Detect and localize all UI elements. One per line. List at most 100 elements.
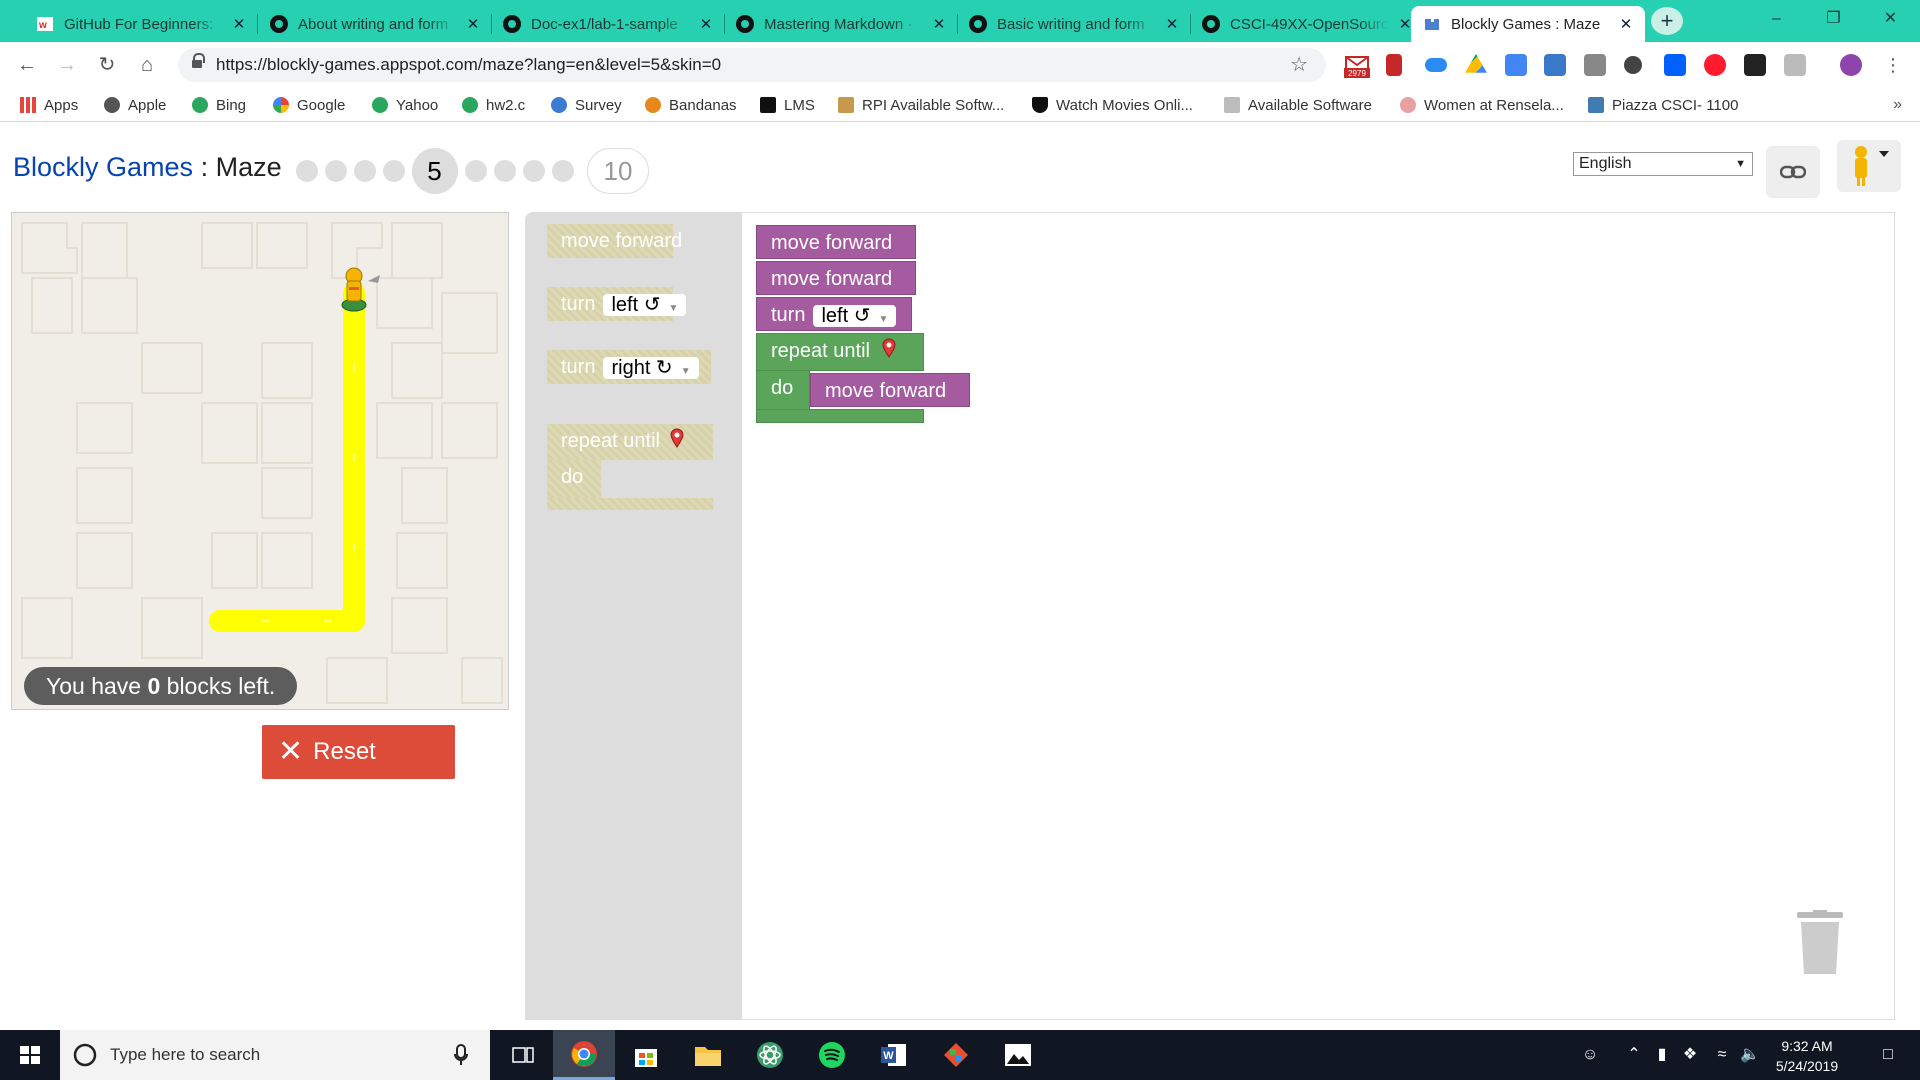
word-taskbar-icon[interactable]: W — [863, 1030, 925, 1080]
dropbox-tray-icon[interactable]: ❖ — [1678, 1030, 1702, 1080]
bookmark-lms[interactable]: LMS — [760, 88, 815, 122]
level-dot-3[interactable] — [353, 160, 376, 182]
bookmark-women-rensselaer[interactable]: Women at Rensela... — [1400, 88, 1564, 122]
url-text[interactable]: https://blockly-games.appspot.com/maze?l… — [216, 48, 721, 82]
bookmarks-overflow-icon[interactable]: » — [1893, 88, 1902, 122]
bookmark-bandanas[interactable]: Bandanas — [645, 88, 737, 122]
translate-icon[interactable] — [1505, 54, 1527, 76]
level-dot-2[interactable] — [324, 160, 347, 182]
bookmark-bing[interactable]: Bing — [192, 88, 246, 122]
level-dot-7[interactable] — [493, 160, 516, 182]
bookmark-apple[interactable]: Apple — [104, 88, 166, 122]
gmail-extension-icon[interactable]: 2979 — [1343, 54, 1371, 78]
block-workspace[interactable]: move forward move forward turn left ↺ ▼ re… — [742, 212, 1895, 1020]
system-clock[interactable]: 9:32 AM 5/24/2019 — [1762, 1036, 1852, 1076]
blockly-games-link[interactable]: Blockly Games — [13, 152, 193, 182]
bookmark-rpi-software[interactable]: RPI Available Softw... — [838, 88, 1004, 122]
direction-dropdown[interactable]: left ↺ ▼ — [813, 304, 897, 327]
camera-icon[interactable] — [1544, 54, 1566, 76]
bookmark-star-icon[interactable]: ☆ — [1290, 48, 1308, 82]
restore-button[interactable]: ❐ — [1805, 0, 1862, 38]
onedrive-icon[interactable] — [1425, 58, 1447, 72]
menu-dots-icon[interactable]: ⋮ — [1878, 48, 1908, 82]
bookmark-watch-movies[interactable]: Watch Movies Onli... — [1032, 88, 1193, 122]
atom-taskbar-icon[interactable] — [739, 1030, 801, 1080]
bookmark-yahoo[interactable]: Yahoo — [372, 88, 438, 122]
language-select[interactable]: English ▼ — [1573, 152, 1753, 176]
close-tab-icon[interactable]: ✕ — [464, 15, 482, 33]
level-dot-6[interactable] — [464, 160, 487, 182]
link-button[interactable] — [1766, 146, 1820, 198]
tab-mastering-markdown[interactable]: Mastering Markdown · ✕ — [724, 6, 958, 42]
google-drive-icon[interactable] — [1465, 54, 1487, 73]
reload-icon[interactable]: ↻ — [92, 48, 122, 82]
close-tab-icon[interactable]: ✕ — [697, 15, 715, 33]
pegman-skin-button[interactable] — [1837, 140, 1901, 192]
new-tab-button[interactable]: + — [1651, 7, 1683, 35]
level-dot-8[interactable] — [522, 160, 545, 182]
direction-dropdown[interactable]: left ↺ ▼ — [603, 293, 687, 316]
taskbar-search-box[interactable]: Type here to search — [60, 1030, 490, 1080]
toolbox-repeat-until-block[interactable]: repeat until do — [547, 424, 713, 510]
opera-icon[interactable] — [1704, 54, 1726, 76]
level-last[interactable]: 10 — [587, 148, 649, 194]
photos-taskbar-icon[interactable] — [987, 1030, 1049, 1080]
bookmark-hw2c[interactable]: hw2.c — [462, 88, 525, 122]
program-turn-left[interactable]: turn left ↺ ▼ — [756, 297, 912, 331]
tab-github-for-beginners[interactable]: w GitHub For Beginners: ✕ — [24, 6, 258, 42]
close-tab-icon[interactable]: ✕ — [1617, 15, 1635, 33]
program-inner-move-forward[interactable]: move forward — [810, 373, 970, 407]
toolbox-move-forward-block[interactable]: move forward — [547, 224, 682, 258]
forward-arrow-icon[interactable]: → — [52, 48, 82, 82]
wifi-icon[interactable]: ≈ — [1710, 1030, 1734, 1080]
direction-dropdown[interactable]: right ↻ ▼ — [603, 356, 699, 379]
toolbox-turn-right-block[interactable]: turn right ↻ ▼ — [547, 350, 711, 384]
profile-avatar[interactable] — [1840, 54, 1862, 76]
toolbox-turn-left-block[interactable]: turn left ↺ ▼ — [547, 287, 687, 321]
people-icon[interactable]: ☺ — [1578, 1030, 1602, 1080]
program-move-forward-1[interactable]: move forward — [756, 225, 916, 259]
tab-csci-opensource[interactable]: CSCI-49XX-OpenSourc ✕ — [1190, 6, 1424, 42]
file-explorer-icon[interactable] — [677, 1030, 739, 1080]
bookmark-survey[interactable]: Survey — [551, 88, 622, 122]
bookmark-available-software[interactable]: Available Software — [1224, 88, 1372, 122]
spotify-taskbar-icon[interactable] — [801, 1030, 863, 1080]
level-current[interactable]: 5 — [411, 148, 458, 194]
home-icon[interactable]: ⌂ — [132, 48, 162, 82]
bookmark-google[interactable]: Google — [273, 88, 345, 122]
close-window-button[interactable]: ✕ — [1862, 0, 1919, 38]
back-arrow-icon[interactable]: ← — [12, 48, 42, 82]
level-dot-9[interactable] — [551, 160, 574, 182]
volume-muted-icon[interactable]: 🔈 — [1738, 1030, 1762, 1080]
task-view-icon[interactable] — [492, 1030, 554, 1080]
program-move-forward-2[interactable]: move forward — [756, 261, 916, 295]
close-tab-icon[interactable]: ✕ — [1163, 15, 1181, 33]
tab-basic-writing[interactable]: Basic writing and form ✕ — [957, 6, 1191, 42]
reset-button[interactable]: ✕ Reset — [262, 725, 455, 779]
level-dot-4[interactable] — [382, 160, 405, 182]
book-extension-icon[interactable] — [1386, 54, 1402, 76]
tab-blockly-maze[interactable]: Blockly Games : Maze ✕ — [1411, 6, 1645, 42]
tab-doc-ex1[interactable]: Doc-ex1/lab-1-sample ✕ — [491, 6, 725, 42]
bookmark-piazza[interactable]: Piazza CSCI- 1100 — [1588, 88, 1738, 122]
circle-extension-icon[interactable] — [1624, 56, 1642, 74]
bookmark-apps[interactable]: Apps — [20, 88, 78, 122]
tab-about-writing[interactable]: About writing and form ✕ — [258, 6, 492, 42]
close-tab-icon[interactable]: ✕ — [230, 15, 248, 33]
git-taskbar-icon[interactable] — [925, 1030, 987, 1080]
show-hidden-icons-icon[interactable]: ⌃ — [1622, 1030, 1646, 1080]
address-bar[interactable]: https://blockly-games.appspot.com/maze?l… — [178, 48, 1326, 82]
r-extension-icon[interactable] — [1784, 54, 1806, 76]
level-dot-1[interactable] — [295, 160, 318, 182]
close-tab-icon[interactable]: ✕ — [930, 15, 948, 33]
battery-icon[interactable]: ▮ — [1650, 1030, 1674, 1080]
puzzle-extension-icon[interactable] — [1584, 54, 1606, 76]
microphone-icon[interactable] — [454, 1044, 468, 1066]
notifications-icon[interactable]: □ — [1868, 1030, 1908, 1080]
program-repeat-until-block[interactable]: repeat until do move forward — [756, 333, 976, 423]
film-extension-icon[interactable] — [1744, 54, 1766, 76]
store-taskbar-icon[interactable] — [615, 1030, 677, 1080]
trash-can-icon[interactable] — [1795, 910, 1845, 976]
chrome-taskbar-icon[interactable] — [553, 1030, 615, 1080]
windows-start-button[interactable] — [0, 1030, 60, 1080]
